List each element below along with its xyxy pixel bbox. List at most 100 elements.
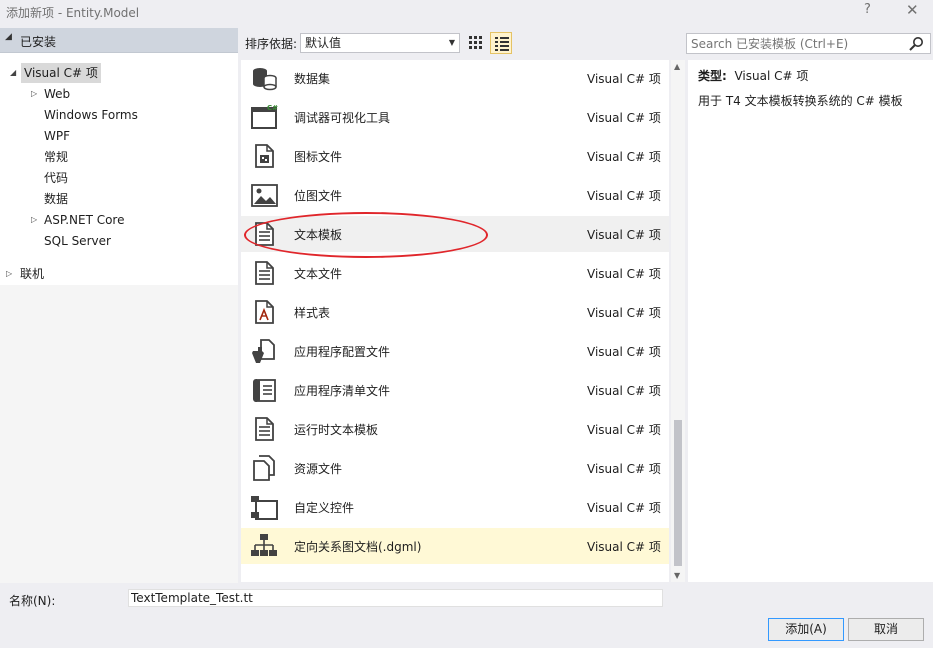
list-item-text-file[interactable]: 文本文件 Visual C# 项 (241, 255, 669, 291)
list-item-app-manifest[interactable]: 应用程序清单文件 Visual C# 项 (241, 372, 669, 408)
template-list: 数据集 Visual C# 项 C# 调试器可视化工具 Visual C# 项 … (241, 60, 669, 582)
item-name: 位图文件 (294, 189, 343, 203)
collapse-arrow-icon: ◢ (5, 32, 12, 42)
installed-label: 已安装 (20, 35, 57, 49)
collapsed-arrow-icon[interactable]: ▷ (31, 210, 37, 230)
item-type: 类型: Visual C# 项 (698, 67, 808, 84)
close-button[interactable]: ✕ (906, 1, 919, 19)
runtime-template-icon (255, 417, 274, 441)
item-language: Visual C# 项 (587, 228, 661, 242)
svg-text:C#: C# (267, 104, 278, 112)
scroll-thumb[interactable] (674, 420, 682, 566)
item-language: Visual C# 项 (587, 540, 661, 554)
list-scrollbar[interactable]: ▲ ▼ (671, 60, 685, 582)
tree-item-aspnet-core[interactable]: ASP.NET Core (44, 210, 124, 230)
stylesheet-icon (255, 300, 274, 324)
resource-file-icon (253, 455, 275, 481)
item-language: Visual C# 项 (587, 345, 661, 359)
list-item-dataset[interactable]: 数据集 Visual C# 项 (241, 60, 669, 96)
list-item-custom-control[interactable]: 自定义控件 Visual C# 项 (241, 489, 669, 525)
item-name: 调试器可视化工具 (294, 111, 391, 125)
item-name: 文本文件 (294, 267, 343, 281)
item-name: 自定义控件 (294, 501, 355, 515)
category-tree: ◢ Visual C# 项 ▷ Web Windows Forms WPF 常规… (0, 53, 238, 285)
list-item-bitmap-file[interactable]: 位图文件 Visual C# 项 (241, 177, 669, 213)
tree-item-online[interactable]: ▷ 联机 (0, 264, 238, 286)
item-name: 数据集 (294, 72, 331, 86)
sort-dropdown[interactable]: 默认值 ▼ (300, 33, 460, 53)
search-icon[interactable] (908, 36, 924, 52)
name-label: 名称(N): (9, 594, 56, 608)
item-name: 运行时文本模板 (294, 423, 379, 437)
type-label: 类型: (698, 69, 727, 83)
list-view-icon (495, 37, 509, 51)
expanded-arrow-icon[interactable]: ◢ (10, 63, 16, 83)
visualizer-icon: C# (251, 104, 278, 129)
bitmap-icon (251, 184, 278, 207)
cancel-button[interactable]: 取消 (848, 618, 924, 641)
item-language: Visual C# 项 (587, 501, 661, 515)
item-language: Visual C# 项 (587, 384, 661, 398)
item-language: Visual C# 项 (587, 267, 661, 281)
item-name: 图标文件 (294, 150, 343, 164)
item-name: 应用程序配置文件 (294, 345, 391, 359)
item-name: 应用程序清单文件 (294, 384, 391, 398)
item-language: Visual C# 项 (587, 306, 661, 320)
collapsed-arrow-icon[interactable]: ▷ (6, 264, 12, 284)
grid-view-icon (469, 36, 482, 49)
type-value: Visual C# 项 (734, 69, 809, 83)
list-item-app-config[interactable]: 应用程序配置文件 Visual C# 项 (241, 333, 669, 369)
item-language: Visual C# 项 (587, 423, 661, 437)
item-language: Visual C# 项 (587, 111, 661, 125)
list-item-text-template[interactable]: 文本模板 Visual C# 项 (241, 216, 669, 252)
manifest-icon (253, 379, 276, 402)
item-name: 文本模板 (294, 228, 343, 242)
add-button[interactable]: 添加(A) (768, 618, 844, 641)
installed-header[interactable]: ◢ 已安装 (0, 28, 238, 53)
item-language: Visual C# 项 (587, 72, 661, 86)
sort-label: 排序依据: (245, 37, 298, 51)
online-label: 联机 (20, 267, 45, 281)
title-bar: 添加新项 - Entity.Model ? ✕ (0, 0, 933, 24)
search-input[interactable] (687, 34, 897, 53)
tree-item-code[interactable]: 代码 (44, 168, 68, 188)
details-pane: 类型: Visual C# 项 用于 T4 文本模板转换系统的 C# 模板 (688, 60, 933, 582)
item-name: 样式表 (294, 306, 331, 320)
text-template-icon (255, 222, 274, 246)
list-item-stylesheet[interactable]: 样式表 Visual C# 项 (241, 294, 669, 330)
help-button[interactable]: ? (864, 2, 871, 17)
dataset-icon (253, 68, 277, 91)
icon-file-icon (255, 144, 274, 168)
category-pane: ◢ 已安装 ◢ Visual C# 项 ▷ Web Windows Forms … (0, 28, 238, 583)
small-icons-view-button[interactable] (465, 32, 487, 54)
tree-item-general[interactable]: 常规 (44, 147, 68, 167)
name-field[interactable] (128, 589, 663, 607)
text-file-icon (255, 261, 274, 285)
list-item-resource-file[interactable]: 资源文件 Visual C# 项 (241, 450, 669, 486)
search-box[interactable] (686, 33, 931, 54)
tree-item-web[interactable]: Web (44, 84, 70, 104)
scroll-down-icon[interactable]: ▼ (674, 571, 680, 580)
list-item-dgml[interactable]: 定向关系图文档(.dgml) Visual C# 项 (241, 528, 669, 564)
scroll-up-icon[interactable]: ▲ (674, 62, 680, 71)
list-item-runtime-text-template[interactable]: 运行时文本模板 Visual C# 项 (241, 411, 669, 447)
collapsed-arrow-icon[interactable]: ▷ (31, 84, 37, 104)
item-description: 用于 T4 文本模板转换系统的 C# 模板 (698, 94, 903, 108)
item-language: Visual C# 项 (587, 189, 661, 203)
list-item-icon-file[interactable]: 图标文件 Visual C# 项 (241, 138, 669, 174)
custom-control-icon (251, 496, 278, 520)
chevron-down-icon: ▼ (448, 38, 455, 47)
sort-value: 默认值 (305, 36, 342, 50)
window-title: 添加新项 - Entity.Model (6, 6, 140, 20)
tree-item-wpf[interactable]: WPF (44, 126, 70, 146)
item-language: Visual C# 项 (587, 150, 661, 164)
list-view-button[interactable] (490, 32, 512, 54)
list-item-debugger-visualizer[interactable]: C# 调试器可视化工具 Visual C# 项 (241, 99, 669, 135)
config-file-icon (252, 339, 275, 363)
tree-item-windows-forms[interactable]: Windows Forms (44, 105, 138, 125)
item-language: Visual C# 项 (587, 462, 661, 476)
tree-item-data[interactable]: 数据 (44, 189, 68, 209)
tree-item-visual-csharp[interactable]: Visual C# 项 (21, 63, 101, 83)
item-name: 资源文件 (294, 462, 343, 476)
tree-item-sql-server[interactable]: SQL Server (44, 231, 111, 251)
